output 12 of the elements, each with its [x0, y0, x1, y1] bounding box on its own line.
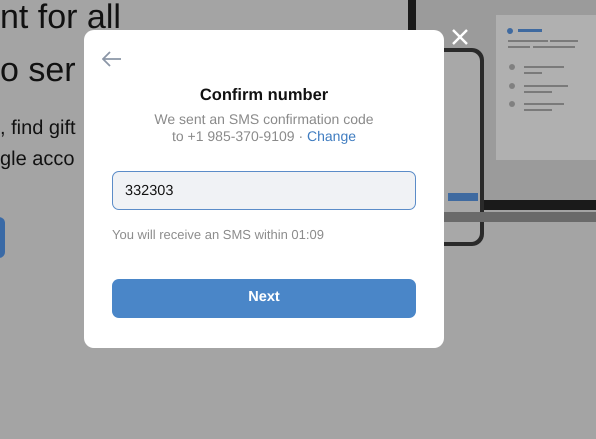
body-text: , find gift — [0, 116, 76, 141]
back-arrow-icon[interactable] — [102, 51, 122, 67]
body-text: gle acco — [0, 147, 74, 172]
close-icon[interactable] — [450, 27, 470, 47]
dialog-title: Confirm number — [198, 85, 330, 105]
next-button[interactable]: Next — [112, 278, 416, 318]
code-input-field[interactable]: 332303 — [112, 171, 416, 210]
headline-text: nt for all — [0, 0, 121, 34]
headline-text: o ser — [0, 53, 76, 87]
resend-hint: You will receive an SMS within 01:09 — [112, 226, 325, 244]
confirmation-message: We sent an SMS confirmation code to +1 985-370-9109 · Change — [153, 111, 375, 145]
change-link[interactable]: Change — [307, 128, 356, 144]
